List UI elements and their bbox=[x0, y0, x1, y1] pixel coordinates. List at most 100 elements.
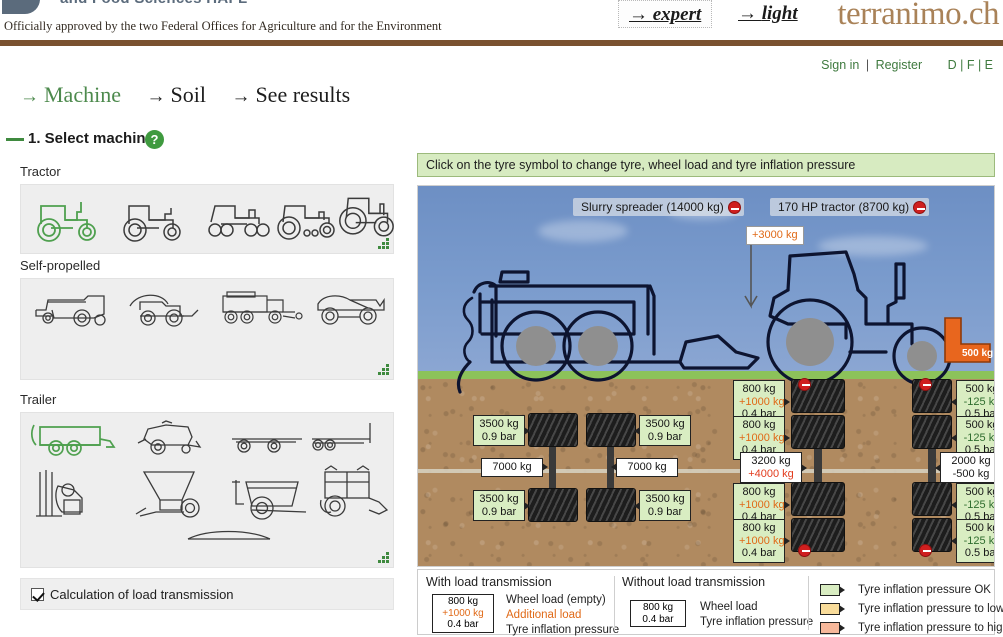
grain-cart-icon bbox=[232, 480, 307, 520]
breadcrumb-label-soil: Soil bbox=[170, 82, 206, 107]
legend-chip-load: 800 kg bbox=[447, 596, 479, 607]
tyre-callout-trailer-front-top[interactable]: 3500 kg 0.9 bar bbox=[473, 415, 530, 446]
machine-option-sugar-beet-harvester[interactable] bbox=[213, 285, 313, 339]
tyre-symbol-tractor-front-4[interactable] bbox=[912, 518, 952, 552]
trailer-panel[interactable] bbox=[20, 412, 394, 568]
fertilizer-spreader-icon bbox=[135, 471, 200, 518]
legend-swatch-pressure-low bbox=[820, 603, 845, 615]
resize-grip-icon[interactable] bbox=[378, 552, 390, 564]
legend-title-without: Without load transmission bbox=[622, 575, 766, 589]
machine-option-tractor-standard[interactable] bbox=[27, 191, 107, 247]
tyre-symbol-tractor-front-2[interactable] bbox=[912, 415, 952, 449]
flatbed-trailer-icon bbox=[232, 438, 302, 453]
register-link[interactable]: Register bbox=[876, 58, 923, 72]
axle-load: 7000 kg bbox=[627, 461, 667, 473]
legend-chip-with: 800 kg +1000 kg 0.4 bar bbox=[432, 594, 494, 633]
axle-callout-trailer-2[interactable]: 7000 kg bbox=[611, 458, 678, 477]
remove-tyre-icon-front-top[interactable] bbox=[919, 378, 932, 391]
tractor-standard-icon bbox=[37, 202, 96, 242]
tyre-symbol-trailer-1b[interactable] bbox=[528, 488, 578, 522]
machine-visualisation[interactable]: 500 kg +3000 kg Slurry spreader (14000 k… bbox=[417, 185, 995, 567]
breadcrumb: → Machine → Soil → See results bbox=[20, 82, 370, 108]
approval-statement: Officially approved by the two Federal O… bbox=[4, 19, 442, 33]
axle-callout-tractor-rear[interactable]: 3200 kg +4000 kg bbox=[740, 452, 807, 483]
remove-machine-icon[interactable] bbox=[913, 201, 927, 214]
breadcrumb-label-machine: Machine bbox=[44, 82, 121, 107]
wheel-hub bbox=[907, 341, 937, 371]
self-propelled-panel[interactable] bbox=[20, 278, 394, 380]
combine-harvester-icon bbox=[35, 295, 106, 327]
potato-harvester-icon bbox=[319, 465, 389, 517]
tyre-callout-tractor-front-4[interactable]: 500 kg -125 kg 0.5 bar bbox=[951, 519, 995, 563]
remove-tyre-icon-rear-bottom[interactable] bbox=[798, 544, 811, 557]
machine-option-flatbed-trailer[interactable] bbox=[225, 417, 315, 465]
wheel-load: 500 kg bbox=[965, 383, 994, 395]
machine-option-forestry-machine[interactable] bbox=[27, 465, 127, 523]
tyre-symbol-trailer-2b[interactable] bbox=[586, 488, 636, 522]
wheel-load: 3500 kg bbox=[645, 418, 685, 430]
remove-tyre-icon-rear-top[interactable] bbox=[798, 378, 811, 391]
breadcrumb-item-soil[interactable]: → Soil bbox=[146, 82, 211, 107]
calc-load-transmission-checkbox[interactable] bbox=[31, 587, 44, 601]
machine-option-potato-harvester[interactable] bbox=[317, 461, 397, 523]
machine-chip-slurry-spreader[interactable]: Slurry spreader (14000 kg) bbox=[573, 198, 744, 216]
mode-expert-label: expert bbox=[652, 4, 702, 25]
axle-load: 3200 kg bbox=[751, 455, 791, 467]
legend-label-wheel-load: Wheel load bbox=[700, 601, 758, 613]
legend-title-with: With load transmission bbox=[426, 575, 552, 589]
machine-option-low-loader[interactable] bbox=[177, 525, 287, 569]
tyre-callout-trailer-rear-bottom[interactable]: 3500 kg 0.9 bar bbox=[634, 490, 691, 521]
remove-tyre-icon-front-bottom[interactable] bbox=[919, 544, 932, 557]
tyre-callout-trailer-rear-top[interactable]: 3500 kg 0.9 bar bbox=[634, 415, 691, 446]
tractor-選-panel[interactable] bbox=[20, 184, 394, 254]
help-icon[interactable]: ? bbox=[145, 130, 164, 149]
mode-expert-button[interactable]: → expert bbox=[618, 0, 713, 28]
machine-option-grain-cart[interactable] bbox=[225, 465, 321, 523]
forage-harvester-icon bbox=[129, 294, 199, 327]
mode-light-button[interactable]: → light bbox=[728, 0, 808, 28]
tyre-symbol-tractor-rear-3[interactable] bbox=[791, 482, 845, 516]
machine-option-self-propelled-sprayer[interactable] bbox=[309, 285, 395, 339]
calc-load-transmission-row[interactable]: Calculation of load transmission bbox=[20, 578, 394, 610]
machine-option-slurry-spreader[interactable] bbox=[27, 417, 127, 465]
machine-option-baler[interactable] bbox=[131, 417, 223, 465]
legend-chip-pressure: 0.4 bar bbox=[642, 613, 674, 625]
low-loader-icon bbox=[187, 530, 271, 540]
brand-logo: terranimo.ch bbox=[837, 0, 999, 32]
tractor-tandem-icon bbox=[208, 205, 270, 237]
wheel-load: 500 kg bbox=[965, 522, 994, 534]
tyre-callout-trailer-front-bottom[interactable]: 3500 kg 0.9 bar bbox=[473, 490, 530, 521]
axle-callout-tractor-front[interactable]: 2000 kg -500 kg bbox=[935, 452, 994, 483]
machine-option-fertilizer-spreader[interactable] bbox=[129, 465, 225, 523]
machine-chip-tractor[interactable]: 170 HP tractor (8700 kg) bbox=[770, 198, 930, 216]
additional-load: -125 kg bbox=[963, 534, 995, 547]
resize-grip-icon[interactable] bbox=[378, 364, 390, 376]
tyre-symbol-tractor-rear-2[interactable] bbox=[791, 415, 845, 449]
language-switcher[interactable]: D | F | E bbox=[948, 58, 993, 72]
legend-chip-load: 800 kg bbox=[642, 602, 674, 613]
axle-callout-trailer-1[interactable]: 7000 kg bbox=[481, 458, 548, 477]
tyre-symbol-tractor-front-1[interactable] bbox=[912, 379, 952, 413]
wheel-load: 500 kg bbox=[965, 419, 994, 431]
tyre-symbol-tractor-front-3[interactable] bbox=[912, 482, 952, 516]
tyre-symbol-trailer-2t[interactable] bbox=[586, 413, 636, 447]
machine-chip-label: Slurry spreader (14000 kg) bbox=[581, 200, 724, 214]
sign-in-link[interactable]: Sign in bbox=[821, 58, 859, 72]
legend-label-tyre-pressure-with: Tyre inflation pressure bbox=[506, 624, 620, 636]
machine-option-forage-harvester[interactable] bbox=[121, 285, 213, 339]
tyre-pressure: 0.5 bar bbox=[964, 547, 995, 559]
resize-grip-icon[interactable] bbox=[378, 238, 390, 250]
breadcrumb-item-machine[interactable]: → Machine bbox=[20, 82, 126, 107]
site-header: and Food Sciences HAFL Officially approv… bbox=[0, 0, 1003, 33]
self-propelled-sprayer-icon bbox=[317, 295, 385, 325]
breadcrumb-item-results[interactable]: → See results bbox=[231, 82, 350, 107]
tyre-callout-tractor-rear-4[interactable]: 800 kg +1000 kg 0.4 bar bbox=[733, 519, 790, 563]
tyre-symbol-trailer-1t[interactable] bbox=[528, 413, 578, 447]
machine-option-tractor-2[interactable] bbox=[113, 191, 193, 247]
hitch-load-pointer bbox=[744, 234, 758, 309]
machine-option-tank-trailer[interactable] bbox=[307, 417, 395, 465]
machine-option-combine-harvester[interactable] bbox=[29, 285, 121, 339]
remove-machine-icon[interactable] bbox=[727, 201, 741, 214]
legend-chip-extra: +1000 kg bbox=[442, 607, 484, 619]
hitch-load-value: +3000 kg bbox=[752, 229, 798, 241]
